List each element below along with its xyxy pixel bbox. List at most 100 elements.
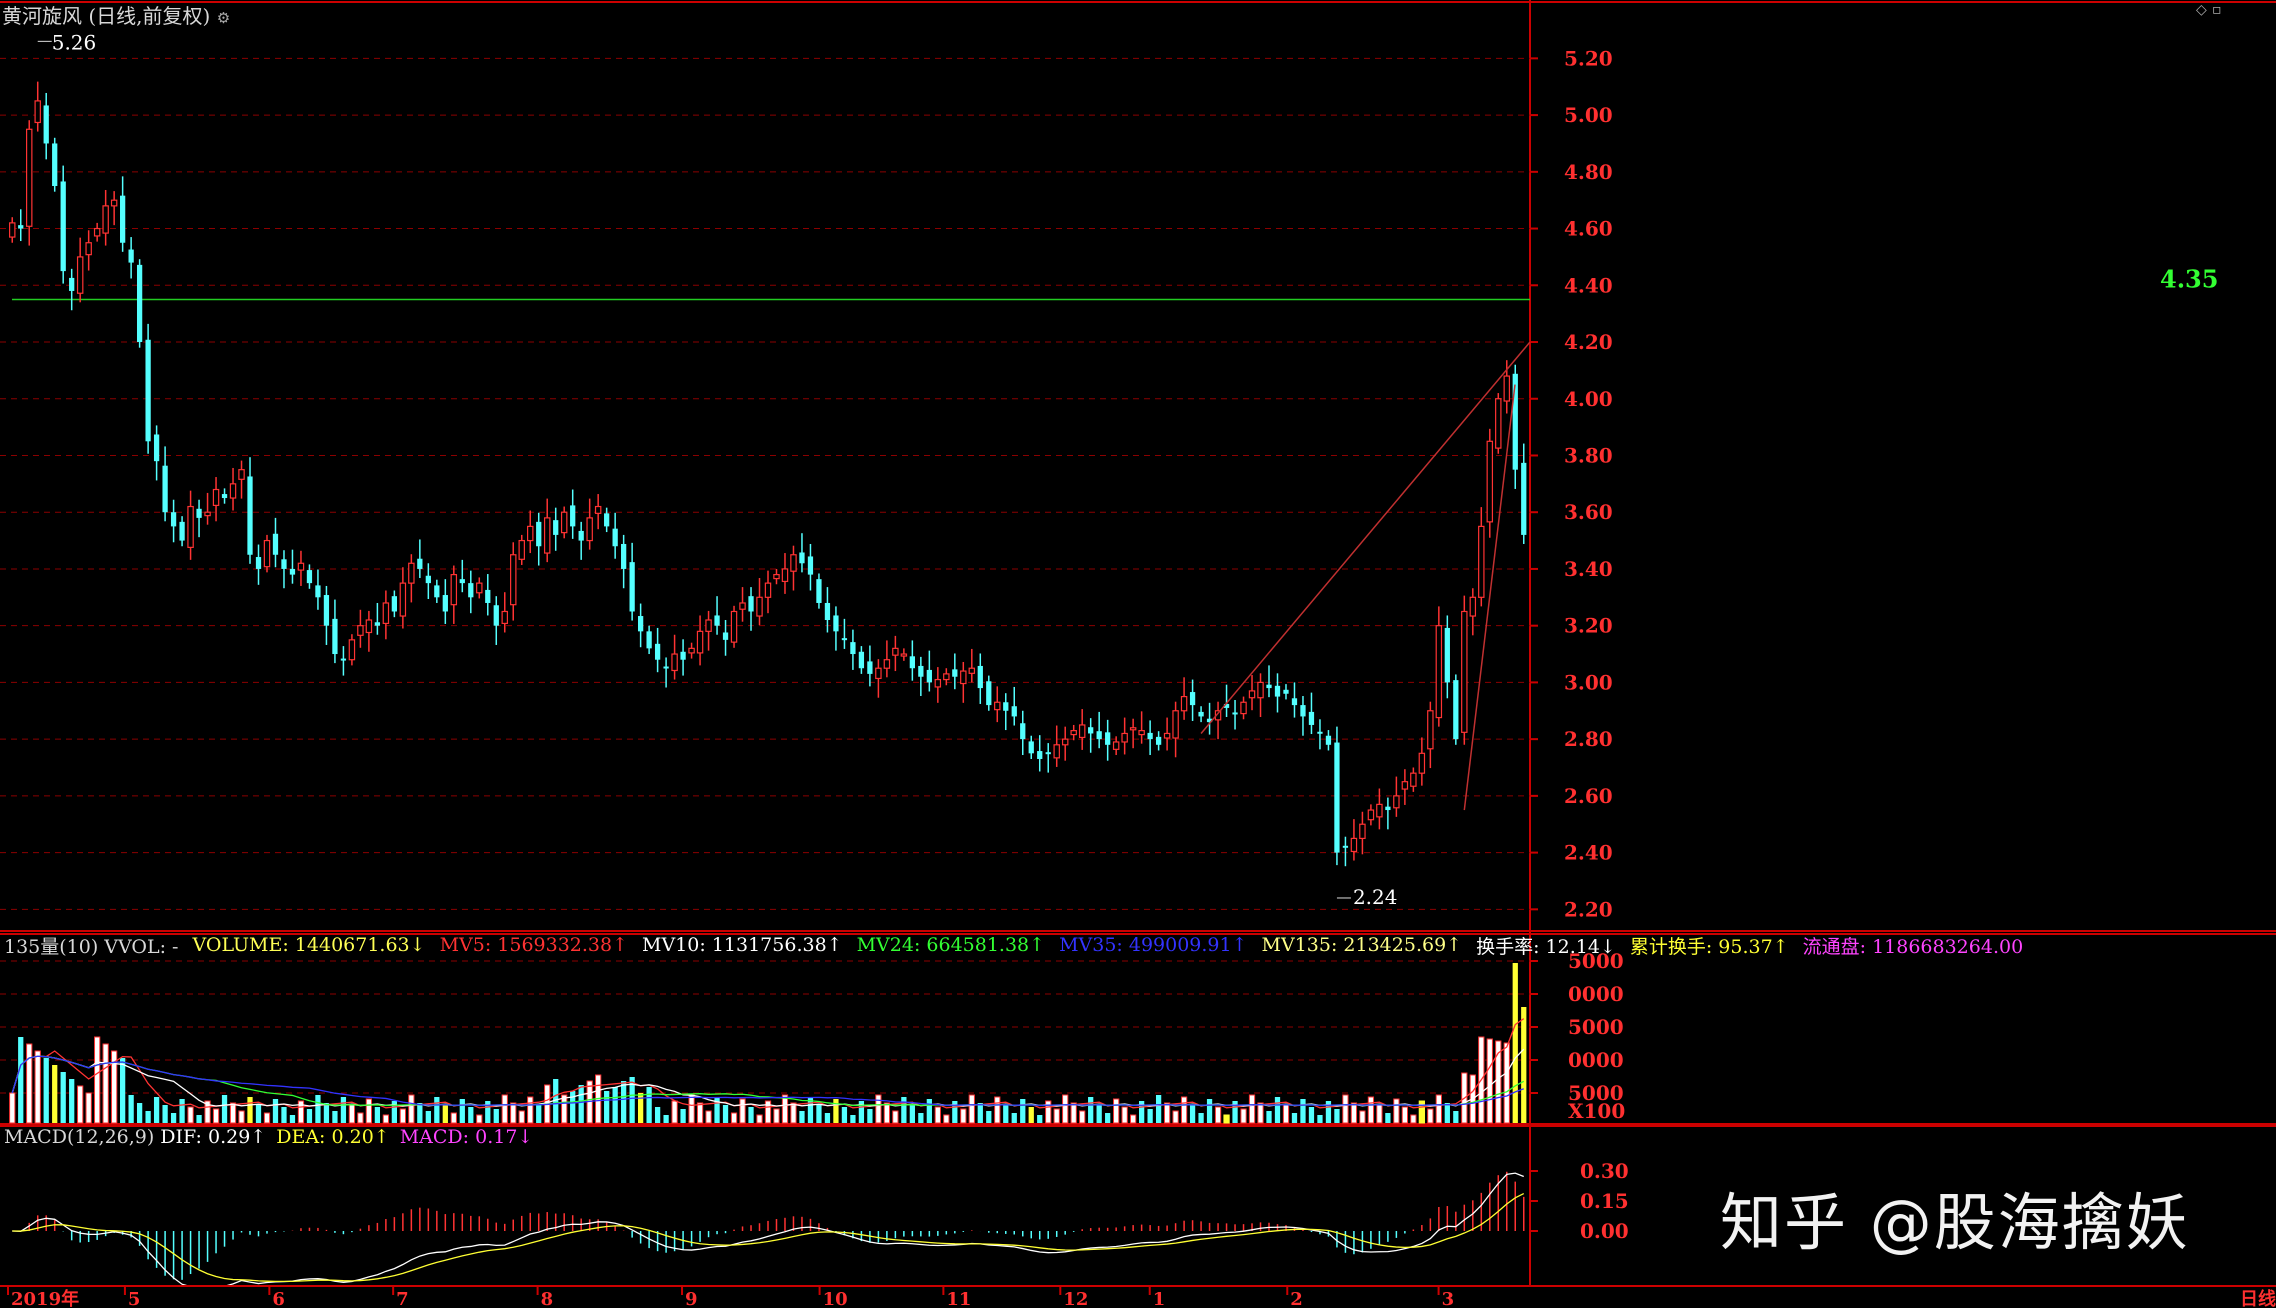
candle-body [790, 554, 797, 572]
candle-body [841, 638, 848, 641]
time-tick-label: 2 [1290, 1289, 1303, 1308]
candle-body [357, 625, 364, 636]
volume-bar [408, 1094, 415, 1124]
volume-bar [399, 1108, 406, 1124]
volume-bar [187, 1106, 194, 1124]
candle-body [69, 277, 75, 291]
candle-body [1147, 732, 1153, 740]
candle-body [586, 517, 593, 542]
price-chart-panel[interactable]: 5.20 5.00 4.80 4.60 4.40 4.20 4.00 3.80 3.60 3.40… [0, 0, 2276, 933]
candle-body [612, 528, 618, 547]
volume-bar [1359, 1110, 1366, 1124]
volume-bar [1155, 1095, 1162, 1123]
high-price-label: 5.26 [52, 30, 97, 54]
price-tick-label: 4.60 [1564, 217, 1613, 241]
candle-body [1112, 741, 1120, 750]
volume-bar [1444, 1103, 1450, 1123]
candle-body [1461, 610, 1468, 733]
volume-bar [229, 1102, 237, 1124]
candle-body [136, 264, 143, 343]
candle-body [76, 256, 84, 294]
candle-body [493, 605, 499, 626]
candle-body [434, 585, 440, 598]
candle-body [255, 557, 262, 569]
candle-body [1444, 627, 1450, 683]
volume-bar [221, 1095, 228, 1123]
candle-body [196, 508, 202, 518]
gear-icon[interactable]: ⚙ [217, 9, 230, 27]
volume-bar [510, 1102, 517, 1124]
volume-bar [671, 1100, 678, 1124]
time-tick-label: 9 [685, 1289, 698, 1308]
price-tick-label: 3.40 [1564, 557, 1613, 581]
volume-bar [1198, 1113, 1204, 1123]
volume-bar [1163, 1102, 1171, 1124]
candle-body [468, 583, 474, 598]
candle-body [162, 465, 168, 513]
candle-body [604, 513, 610, 527]
volume-bar [816, 1105, 822, 1123]
volume-bar [459, 1099, 465, 1123]
price-tick-label: 3.80 [1564, 443, 1613, 467]
candle-body [110, 199, 118, 207]
candle-body [1453, 680, 1459, 740]
candle-body [102, 205, 109, 234]
candle-body [1105, 732, 1111, 745]
candle-body [663, 666, 669, 669]
volume-ma-line [11, 1055, 1524, 1106]
macd-indicator-name: MACD(12,26,9) [4, 1126, 155, 1148]
volume-panel[interactable]: 5000 0000 5000 0000 5000 X100 135量(10) VVOL: … [0, 933, 2276, 1125]
diamond-icon[interactable]: ◇ [2196, 2, 2207, 18]
candle-body [807, 556, 814, 575]
candle-body [93, 227, 101, 237]
volume-bar [94, 1036, 101, 1124]
candle-body [85, 242, 92, 256]
time-tick-label: 6 [272, 1289, 285, 1308]
volume-bar [799, 1111, 805, 1123]
candle-body [943, 673, 950, 681]
volume-bar [892, 1110, 899, 1124]
candle-body [986, 681, 992, 706]
candle-body [1410, 772, 1417, 787]
window-icon[interactable]: ▫ [2212, 2, 2222, 18]
candle-body [1061, 738, 1069, 746]
volume-bar [1053, 1108, 1060, 1124]
candle-body [170, 512, 177, 527]
volume-bar [306, 1109, 313, 1123]
volume-tick-label: 0000 [1568, 982, 1624, 1006]
candle-body [332, 618, 338, 655]
candle-body [560, 511, 568, 534]
volume-bar [1189, 1105, 1196, 1123]
volume-bar [476, 1114, 483, 1124]
volume-bar [60, 1072, 66, 1123]
volume-bar [1011, 1113, 1017, 1123]
candle-body [1011, 706, 1017, 717]
volume-bar [833, 1099, 839, 1123]
candle-body [1478, 525, 1485, 598]
volume-bar [434, 1097, 440, 1123]
volume-bar [688, 1094, 695, 1124]
volume-chart[interactable]: 50000000500000005000X100 [0, 933, 2276, 1125]
volume-bar [1113, 1098, 1120, 1124]
volume-bar [120, 1058, 126, 1123]
candle-body [688, 647, 695, 654]
volume-bar [680, 1109, 686, 1123]
volume-bar [1223, 1114, 1230, 1124]
mv24-value: MV24: 664581.38↑ [856, 934, 1046, 956]
candle-body [637, 616, 644, 632]
candle-body [1172, 710, 1179, 739]
volume-bar [289, 1115, 296, 1123]
volume-bar [417, 1103, 423, 1123]
candle-body [536, 521, 542, 547]
volume-bar [739, 1098, 746, 1124]
candle-body [1138, 730, 1145, 736]
volume-bar [1240, 1108, 1247, 1124]
candle-body [221, 494, 228, 499]
candle-body [773, 574, 780, 580]
volume-bar [934, 1106, 941, 1124]
candlestick-chart[interactable]: 5.20 5.00 4.80 4.60 4.40 4.20 4.00 3.80 3.60 3.40… [0, 0, 2276, 933]
volume-value: VOLUME: 1440671.63↓ [192, 934, 426, 956]
volume-bar [348, 1104, 356, 1124]
candle-body [43, 105, 49, 144]
candle-body [926, 669, 932, 683]
